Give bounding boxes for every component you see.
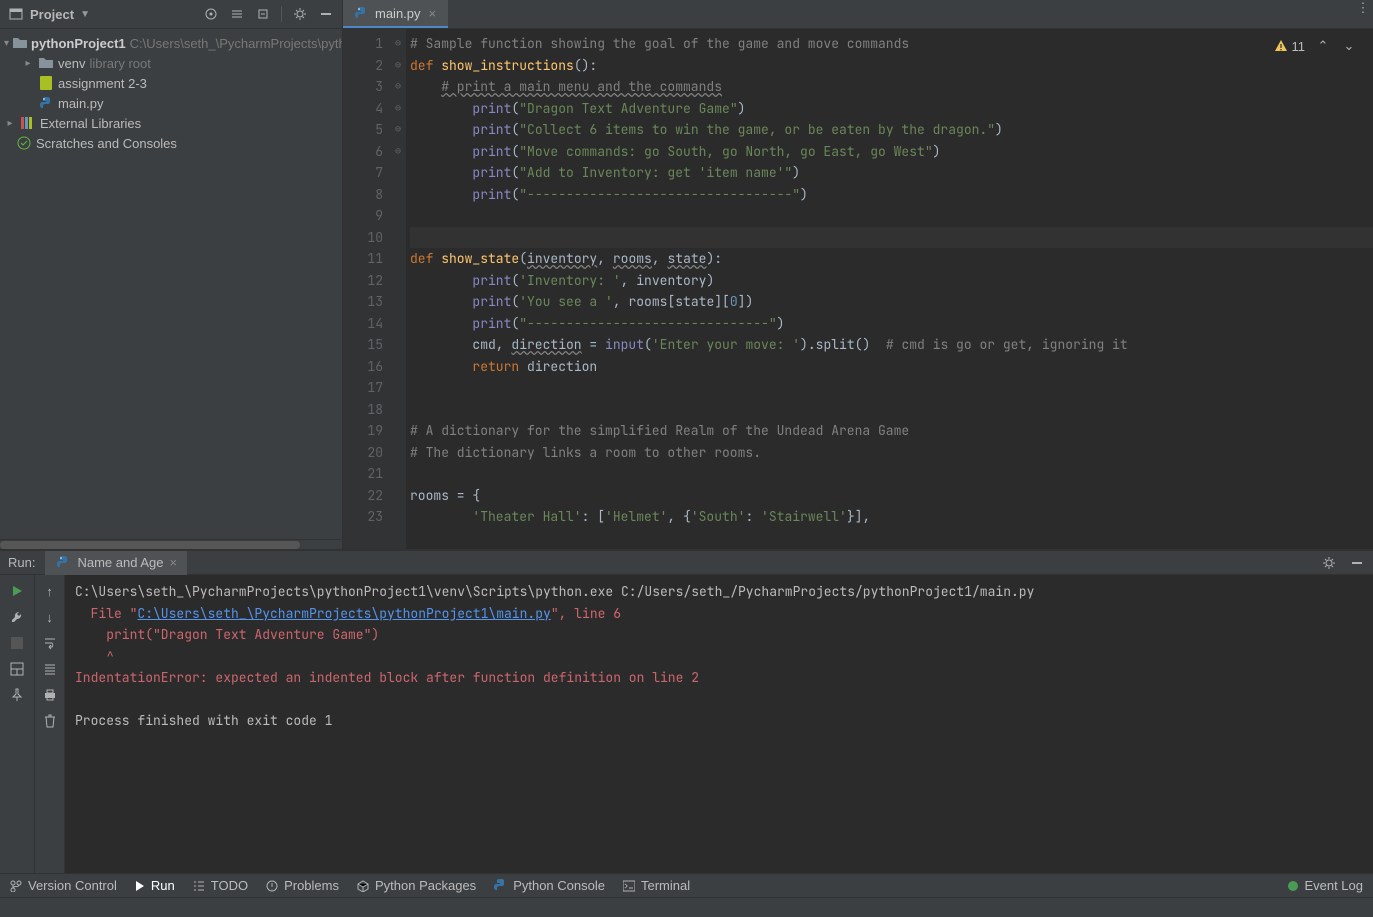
packages-icon — [357, 880, 369, 892]
tw-todo[interactable]: TODO — [193, 878, 248, 893]
console-output[interactable]: C:\Users\seth_\PycharmProjects\pythonPro… — [65, 575, 1373, 873]
select-opened-file-icon[interactable] — [203, 6, 219, 22]
project-tree[interactable]: ▾ pythonProject1 C:\Users\seth_\PycharmP… — [0, 29, 342, 539]
python-icon — [494, 879, 507, 892]
run-tool-window: Run: Name and Age × ↑ ↓ — [0, 550, 1373, 873]
tw-event-log[interactable]: Event Log — [1288, 878, 1363, 893]
run-label: Run: — [8, 555, 35, 570]
editor-tabbar: main.py × ⋮ — [343, 0, 1373, 29]
tw-version-control[interactable]: Version Control — [10, 878, 117, 893]
tree-project-root[interactable]: ▾ pythonProject1 C:\Users\seth_\PycharmP… — [0, 33, 342, 53]
tree-external-libraries[interactable]: ▸ External Libraries — [0, 113, 342, 133]
expand-all-icon[interactable] — [229, 6, 245, 22]
file-icon — [38, 75, 54, 91]
console-action-gutter: ↑ ↓ — [35, 575, 65, 873]
down-icon[interactable]: ↓ — [42, 609, 58, 625]
toolwindow-bar: Version Control Run TODO Problems Python… — [0, 873, 1373, 897]
inspection-widget[interactable]: 11 ⌃ ⌄ — [1270, 36, 1362, 56]
tab-main-py[interactable]: main.py × — [343, 0, 448, 28]
status-indicator-icon — [1288, 881, 1298, 891]
todo-icon — [193, 880, 205, 892]
gear-icon[interactable] — [292, 6, 308, 22]
problems-icon — [266, 880, 278, 892]
project-icon — [8, 6, 24, 22]
python-file-icon — [38, 95, 54, 111]
rerun-icon[interactable] — [9, 583, 25, 599]
python-file-icon — [55, 555, 71, 571]
soft-wrap-icon[interactable] — [42, 635, 58, 651]
status-bar — [0, 897, 1373, 917]
branch-icon — [10, 880, 22, 892]
tree-assignment-file[interactable]: assignment 2-3 — [0, 73, 342, 93]
tw-problems[interactable]: Problems — [266, 878, 339, 893]
scroll-to-end-icon[interactable] — [42, 661, 58, 677]
libraries-icon — [20, 115, 36, 131]
separator — [281, 6, 282, 22]
close-icon[interactable]: × — [427, 6, 439, 21]
pin-icon[interactable] — [9, 687, 25, 703]
code-area[interactable]: # Sample function showing the goal of th… — [406, 29, 1373, 549]
project-title: Project — [30, 7, 74, 22]
hide-icon[interactable] — [1349, 555, 1365, 571]
project-tool-window: Project ▼ ▾ pythonProject1 C:\Users\seth… — [0, 0, 343, 549]
run-action-gutter — [0, 575, 35, 873]
tw-python-console[interactable]: Python Console — [494, 878, 605, 893]
stop-icon[interactable] — [9, 635, 25, 651]
editor-pane: main.py × ⋮ 11 ⌃ ⌄ 123456789101112131415… — [343, 0, 1373, 549]
fold-gutter[interactable]: ⊖⊖⊖⊖⊖⊖ — [391, 29, 405, 549]
tab-more-icon[interactable]: ⋮ — [1353, 0, 1373, 16]
tw-run[interactable]: Run — [135, 878, 175, 893]
print-icon[interactable] — [42, 687, 58, 703]
hide-icon[interactable] — [318, 6, 334, 22]
project-header: Project ▼ — [0, 0, 342, 29]
up-icon[interactable]: ↑ — [42, 583, 58, 599]
warning-icon — [1274, 39, 1288, 53]
next-highlight-icon[interactable]: ⌄ — [1341, 38, 1357, 54]
tree-scratches[interactable]: Scratches and Consoles — [0, 133, 342, 153]
tw-python-packages[interactable]: Python Packages — [357, 878, 476, 893]
python-file-icon — [353, 5, 369, 21]
chevron-down-icon[interactable]: ▼ — [80, 9, 90, 20]
run-config-tab[interactable]: Name and Age × — [45, 551, 187, 575]
play-icon — [135, 881, 145, 891]
editor-body[interactable]: 1234567891011121314151617181920212223 ⊖⊖… — [343, 29, 1373, 549]
tree-venv[interactable]: ▸ venv library root — [0, 53, 342, 73]
folder-icon — [38, 55, 54, 71]
traceback-file-link[interactable]: C:\Users\seth_\PycharmProjects\pythonPro… — [137, 605, 550, 622]
layout-icon[interactable] — [9, 661, 25, 677]
wrench-icon[interactable] — [9, 609, 25, 625]
line-number-gutter[interactable]: 1234567891011121314151617181920212223 — [343, 29, 391, 549]
gear-icon[interactable] — [1321, 555, 1337, 571]
terminal-icon — [623, 880, 635, 892]
horizontal-scrollbar[interactable] — [0, 539, 342, 549]
folder-icon — [13, 35, 27, 51]
trash-icon[interactable] — [42, 713, 58, 729]
prev-highlight-icon[interactable]: ⌃ — [1315, 38, 1331, 54]
scratch-icon — [16, 135, 32, 151]
close-icon[interactable]: × — [169, 555, 177, 570]
collapse-all-icon[interactable] — [255, 6, 271, 22]
tw-terminal[interactable]: Terminal — [623, 878, 690, 893]
tree-main-py[interactable]: main.py — [0, 93, 342, 113]
